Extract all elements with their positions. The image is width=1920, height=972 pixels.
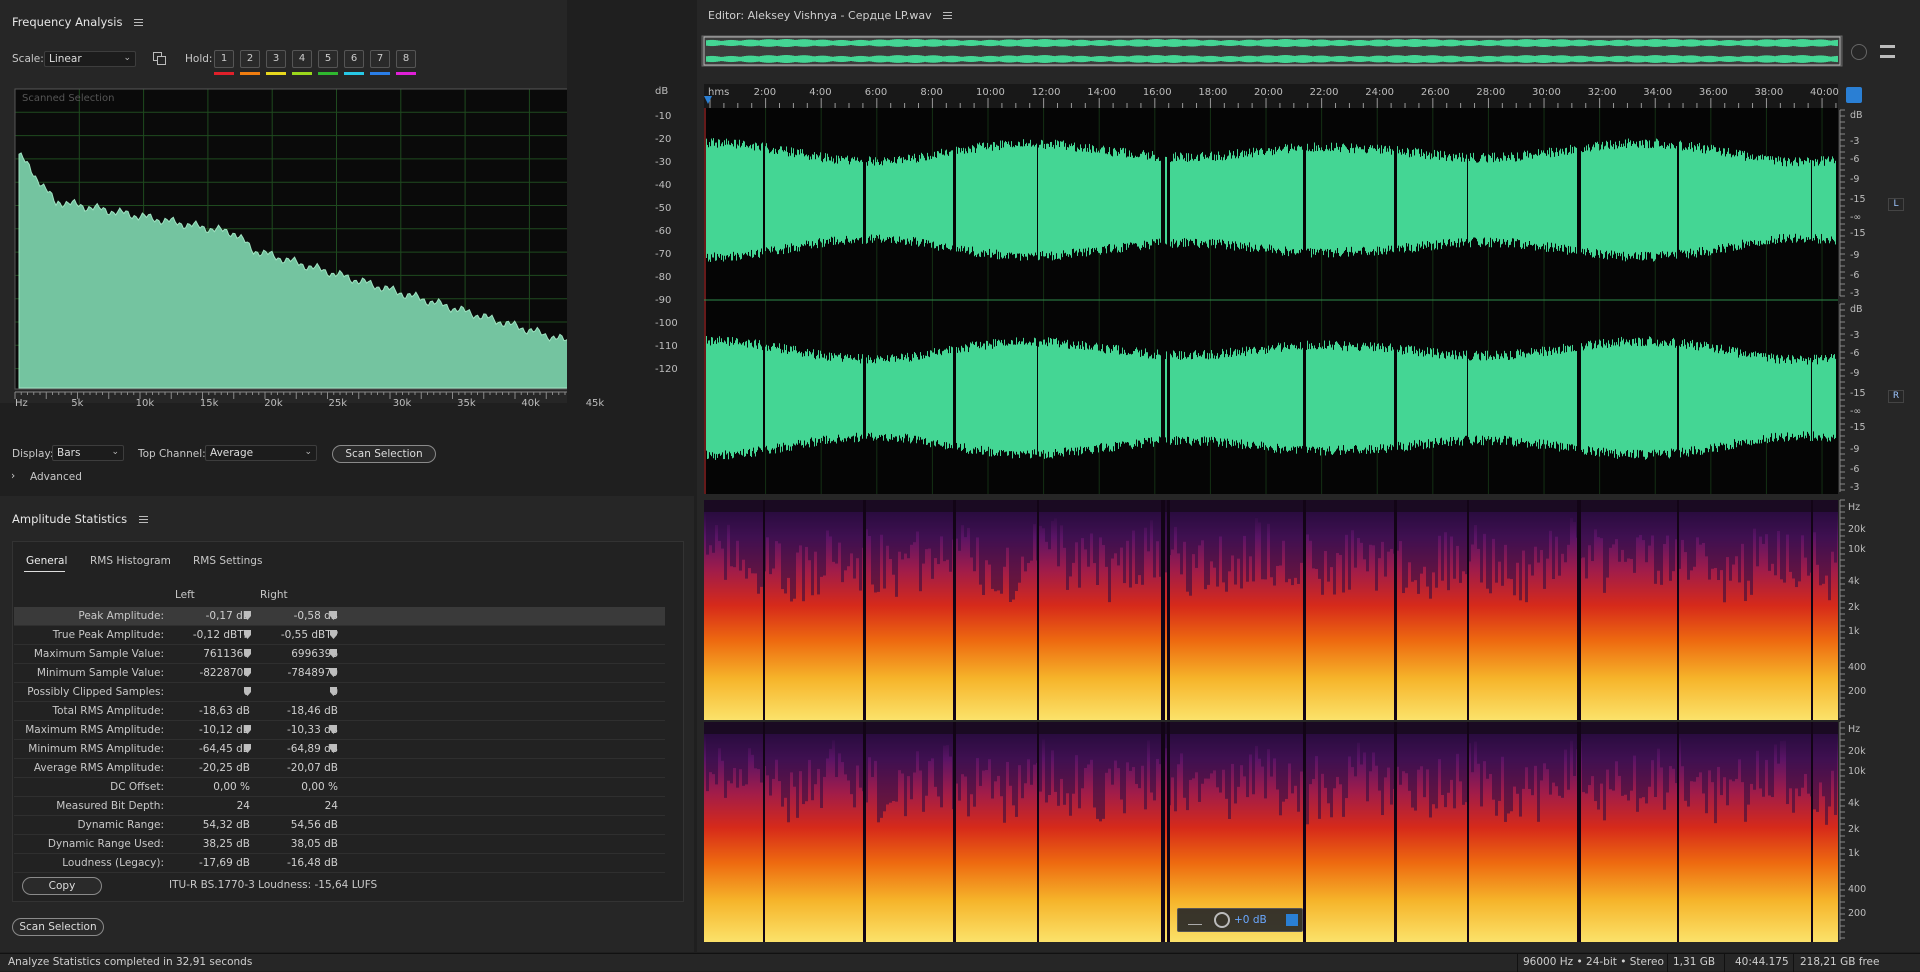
db-tick-lower: -9 bbox=[1850, 368, 1860, 379]
time-tick: 6:00 bbox=[864, 87, 888, 98]
channel-right-badge[interactable]: R bbox=[1888, 390, 1904, 403]
channel-left-badge[interactable]: L bbox=[1888, 198, 1904, 211]
status-free-space: 218,21 GB free bbox=[1800, 956, 1880, 968]
db-tick-lower: -3 bbox=[1850, 482, 1860, 493]
headphones-icon[interactable] bbox=[1846, 87, 1862, 103]
time-tick: 12:00 bbox=[1031, 87, 1061, 98]
meter-icon bbox=[1188, 915, 1202, 925]
db-tick-upper: -3 bbox=[1850, 288, 1860, 299]
zoom-icon[interactable] bbox=[1851, 44, 1867, 60]
spectrogram bbox=[704, 500, 1838, 942]
hz-tick-right: 1k bbox=[1848, 848, 1860, 859]
db-tick-lower: -9 bbox=[1850, 444, 1860, 455]
hz-tick-right: 400 bbox=[1848, 884, 1867, 895]
hz-tick-right: 10k bbox=[1848, 766, 1866, 777]
time-tick: hms bbox=[708, 87, 730, 98]
db-tick-lower: -6 bbox=[1850, 348, 1860, 359]
hz-tick-left: 400 bbox=[1848, 662, 1867, 673]
panel-layout-icon[interactable] bbox=[1880, 45, 1895, 58]
time-tick: 34:00 bbox=[1643, 87, 1673, 98]
status-file-size: 1,31 GB bbox=[1673, 956, 1716, 968]
time-tick: 8:00 bbox=[920, 87, 943, 98]
gain-value[interactable]: +0 dB bbox=[1234, 914, 1267, 926]
time-tick: 18:00 bbox=[1198, 87, 1228, 98]
hz-tick-right: 4k bbox=[1848, 798, 1860, 809]
status-format: 96000 Hz • 24-bit • Stereo bbox=[1523, 956, 1664, 968]
hz-tick-right: Hz bbox=[1848, 724, 1861, 735]
time-tick: 22:00 bbox=[1309, 87, 1339, 98]
db-tick-upper: -15 bbox=[1850, 228, 1866, 239]
time-tick: 40:00 bbox=[1810, 87, 1839, 98]
db-tick-upper: -3 bbox=[1850, 136, 1860, 147]
time-tick: 16:00 bbox=[1142, 87, 1172, 98]
time-tick: 4:00 bbox=[809, 87, 832, 98]
time-tick: 2:00 bbox=[753, 87, 777, 98]
hud-gain-control[interactable]: +0 dB bbox=[1177, 908, 1303, 932]
time-tick: 30:00 bbox=[1532, 87, 1561, 98]
hz-tick-left: 4k bbox=[1848, 576, 1860, 587]
editor-canvas bbox=[701, 35, 1920, 952]
db-tick-lower: -15 bbox=[1850, 388, 1866, 399]
db-tick-upper: -6 bbox=[1850, 270, 1860, 281]
db-tick-lower: -∞ bbox=[1850, 406, 1862, 417]
hz-tick-left: 20k bbox=[1848, 524, 1866, 535]
time-tick: 28:00 bbox=[1476, 87, 1506, 98]
hz-tick-left: 10k bbox=[1848, 544, 1866, 555]
time-tick: 20:00 bbox=[1254, 87, 1283, 98]
hz-tick-left: 2k bbox=[1848, 602, 1860, 613]
db-tick-upper: -9 bbox=[1850, 174, 1860, 185]
volume-knob-icon[interactable] bbox=[1214, 912, 1230, 928]
db-tick-lower: -15 bbox=[1850, 422, 1866, 433]
time-tick: 38:00 bbox=[1754, 87, 1784, 98]
db-tick-upper: -9 bbox=[1850, 250, 1860, 261]
pin-icon[interactable] bbox=[1286, 914, 1298, 926]
hz-tick-left: 1k bbox=[1848, 626, 1860, 637]
db-tick-upper: -6 bbox=[1850, 154, 1860, 165]
db-tick-upper: dB bbox=[1850, 110, 1863, 121]
hz-tick-right: 2k bbox=[1848, 824, 1860, 835]
hz-tick-right: 200 bbox=[1848, 908, 1867, 919]
hz-tick-right: 20k bbox=[1848, 746, 1866, 757]
db-tick-upper: -15 bbox=[1850, 194, 1866, 205]
time-tick: 14:00 bbox=[1087, 87, 1117, 98]
status-bar: Analyze Statistics completed in 32,91 se… bbox=[0, 953, 1920, 972]
time-tick: 26:00 bbox=[1420, 87, 1450, 98]
db-tick-lower: dB bbox=[1850, 304, 1863, 315]
time-tick: 32:00 bbox=[1587, 87, 1617, 98]
db-tick-lower: -3 bbox=[1850, 330, 1860, 341]
status-duration: 40:44.175 bbox=[1735, 956, 1789, 968]
db-tick-upper: -∞ bbox=[1850, 212, 1862, 223]
time-tick: 36:00 bbox=[1698, 87, 1728, 98]
hz-tick-left: 200 bbox=[1848, 686, 1867, 697]
time-tick: 24:00 bbox=[1365, 87, 1395, 98]
status-message: Analyze Statistics completed in 32,91 se… bbox=[8, 956, 253, 968]
time-tick: 10:00 bbox=[976, 87, 1005, 98]
hz-tick-left: Hz bbox=[1848, 502, 1861, 513]
db-tick-lower: -6 bbox=[1850, 464, 1860, 475]
